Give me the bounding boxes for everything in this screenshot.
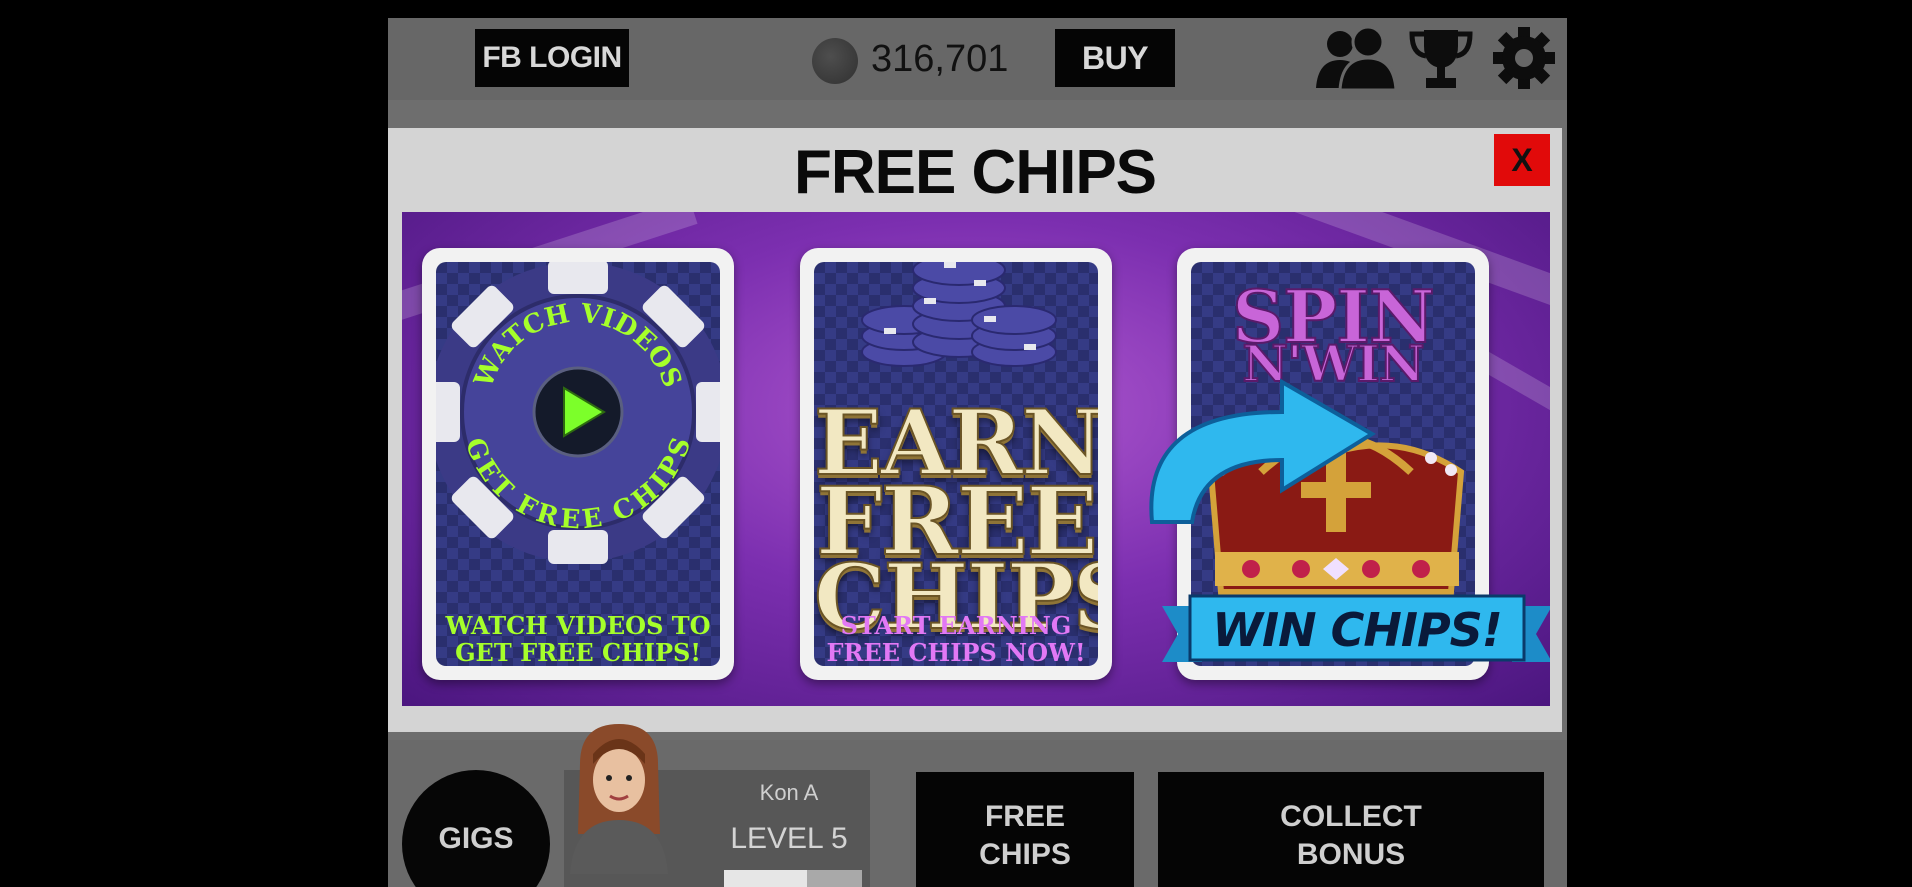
gear-icon[interactable] — [1492, 26, 1556, 90]
fb-login-button[interactable]: FB LOGIN — [475, 29, 629, 87]
dialog-title: FREE CHIPS — [793, 138, 1157, 207]
level-progress-bar — [724, 870, 862, 887]
gigs-button[interactable]: GIGS — [402, 770, 550, 887]
buy-button[interactable]: BUY — [1055, 29, 1175, 87]
arrow-icon — [1149, 378, 1376, 524]
bottom-bar: GIGS Kon A LEVEL 5 FREE CHIPS COLLECT BO… — [388, 724, 1567, 887]
trophy-icon[interactable] — [1408, 26, 1474, 92]
poker-chip-icon: WATCH VIDEOS GET FREE CHIPS — [436, 262, 720, 564]
friends-icon[interactable] — [1310, 26, 1396, 92]
collect-bonus-button[interactable]: COLLECT BONUS — [1158, 772, 1544, 887]
chip-stack-icon — [861, 262, 1057, 367]
win-chips-label: WIN CHIPS! — [1212, 603, 1503, 657]
watch-videos-caption: WATCH VIDEOS TO GET FREE CHIPS! — [445, 611, 711, 666]
free-chips-button[interactable]: FREE CHIPS — [916, 772, 1134, 887]
chip-coin-icon — [812, 38, 858, 84]
watch-videos-card[interactable]: WATCH VIDEOS GET FREE CHIPS WATCH VIDEOS… — [422, 248, 734, 680]
offers-banner: WATCH VIDEOS GET FREE CHIPS WATCH VIDEOS… — [402, 212, 1550, 706]
free-chips-dialog: FREE CHIPS X WATCH VIDEOS GET FREE CHIPS… — [388, 128, 1562, 732]
card-pattern: WATCH VIDEOS GET FREE CHIPS WATCH VIDEOS… — [436, 262, 720, 666]
top-bar: FB LOGIN 316,701 BUY — [388, 18, 1567, 100]
chip-balance: 316,701 — [871, 38, 1009, 80]
avatar[interactable] — [560, 724, 678, 874]
player-name: Kon A — [759, 780, 819, 805]
card-pattern: EARN FREE CHIPS START EARNING FREE CHIPS… — [814, 262, 1098, 666]
earn-free-chips-card[interactable]: EARN FREE CHIPS START EARNING FREE CHIPS… — [800, 248, 1112, 680]
game-window: FB LOGIN 316,701 BUY FREE CHIPS X WATCH … — [388, 18, 1567, 887]
close-button[interactable]: X — [1494, 134, 1550, 186]
player-level: LEVEL 5 — [730, 822, 848, 855]
level-progress-fill — [724, 870, 807, 887]
earn-free-chips-caption: START EARNING FREE CHIPS NOW! — [826, 611, 1086, 666]
